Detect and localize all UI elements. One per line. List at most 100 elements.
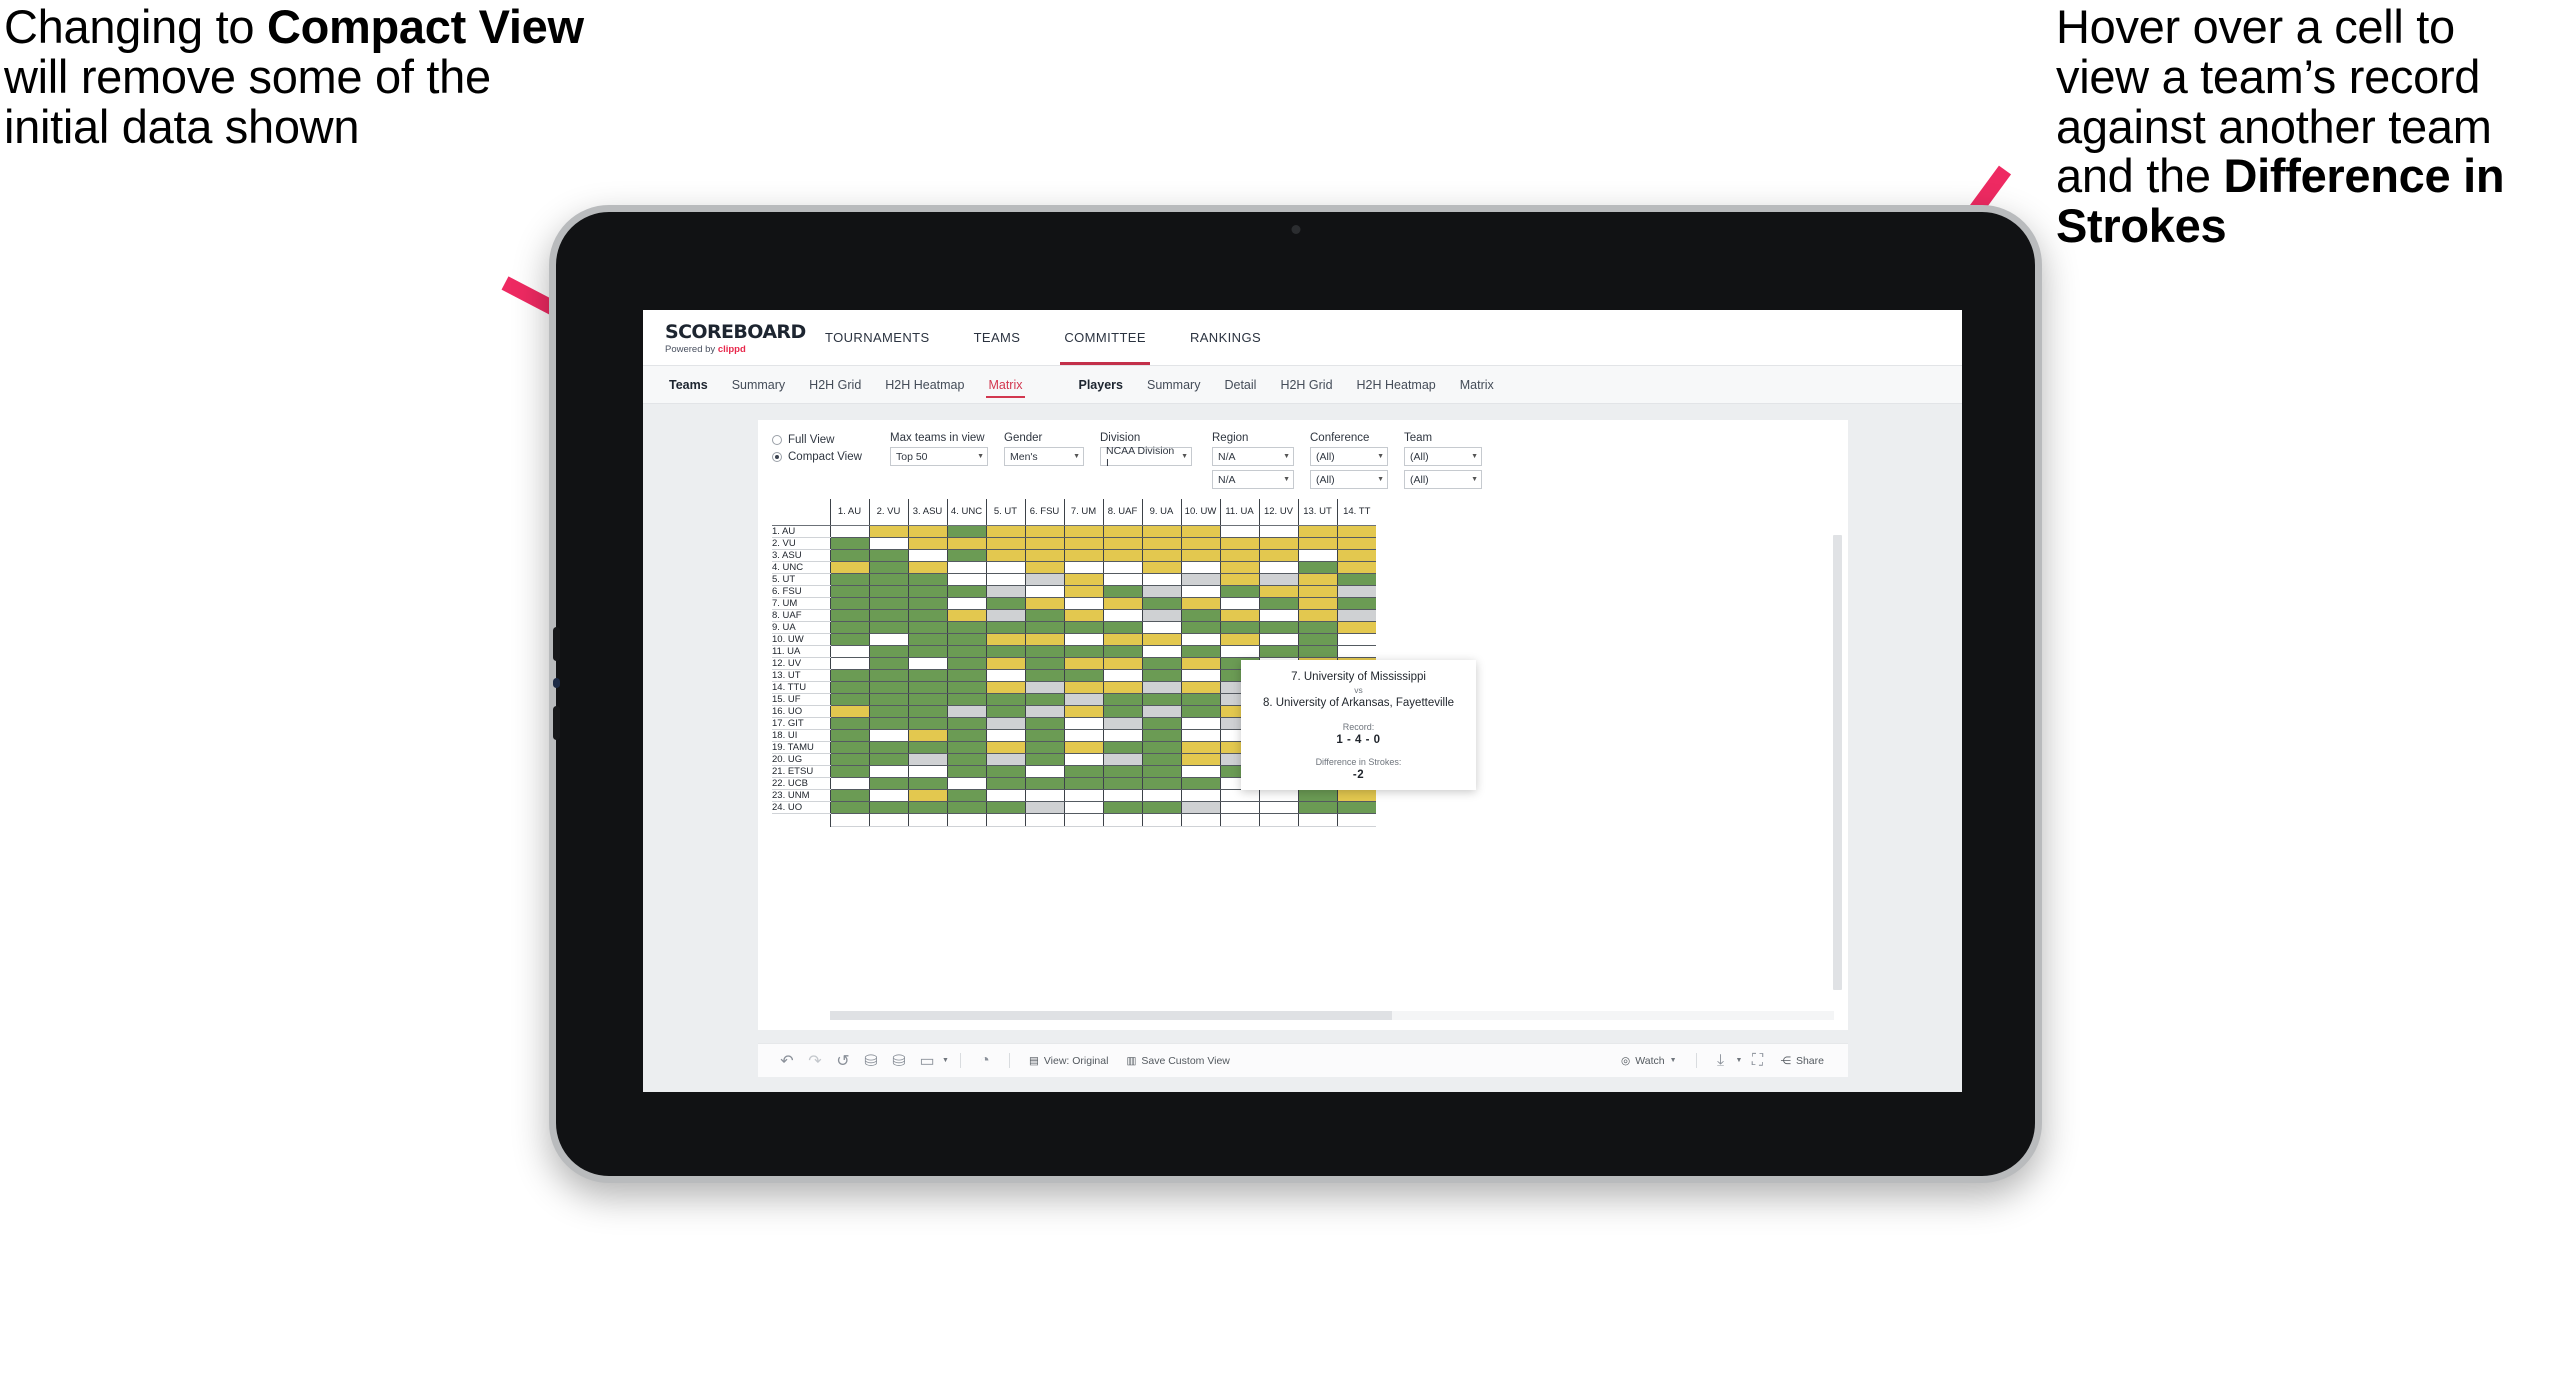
matrix-cell[interactable] <box>1336 789 1376 802</box>
matrix-cell[interactable] <box>868 789 908 802</box>
matrix-cell[interactable] <box>1102 561 1142 574</box>
matrix-cell[interactable] <box>985 525 1025 538</box>
subnav-teams-h2h-grid[interactable]: H2H Grid <box>797 366 873 404</box>
matrix-cell[interactable] <box>829 705 869 718</box>
matrix-cell[interactable] <box>1063 585 1103 598</box>
matrix-cell[interactable] <box>1102 657 1142 670</box>
matrix-cell[interactable] <box>1180 741 1220 754</box>
matrix-cell[interactable] <box>1024 777 1064 790</box>
matrix-cell[interactable] <box>946 609 986 622</box>
matrix-cell[interactable] <box>1336 609 1376 622</box>
matrix-cell[interactable] <box>1141 585 1181 598</box>
matrix-cell[interactable] <box>985 549 1025 562</box>
matrix-cell[interactable] <box>1063 765 1103 778</box>
matrix-cell[interactable] <box>985 537 1025 550</box>
refresh-data-icon[interactable]: ⛁ <box>858 1048 884 1074</box>
matrix-cell[interactable] <box>1141 765 1181 778</box>
matrix-cell[interactable] <box>829 609 869 622</box>
matrix-cell[interactable] <box>985 765 1025 778</box>
matrix-cell[interactable] <box>1063 633 1103 646</box>
matrix-cell[interactable] <box>1063 657 1103 670</box>
matrix-cell[interactable] <box>1180 717 1220 730</box>
matrix-cell[interactable] <box>868 801 908 814</box>
matrix-cell[interactable] <box>1024 537 1064 550</box>
matrix-cell[interactable] <box>907 573 947 586</box>
matrix-cell[interactable] <box>946 561 986 574</box>
matrix-cell[interactable] <box>1063 777 1103 790</box>
matrix-cell[interactable] <box>1063 669 1103 682</box>
matrix-cell[interactable] <box>1102 537 1142 550</box>
matrix-cell[interactable] <box>907 621 947 634</box>
matrix-cell[interactable] <box>946 801 986 814</box>
matrix-row[interactable]: 6. FSU <box>772 585 1376 598</box>
matrix-cell[interactable] <box>1141 573 1181 586</box>
matrix-cell[interactable] <box>985 777 1025 790</box>
matrix-cell[interactable] <box>1180 621 1220 634</box>
matrix-cell[interactable] <box>985 693 1025 706</box>
matrix-cell[interactable] <box>985 729 1025 742</box>
matrix-cell[interactable] <box>1180 561 1220 574</box>
matrix-cell[interactable] <box>985 789 1025 802</box>
matrix-cell[interactable] <box>1180 585 1220 598</box>
matrix-cell[interactable] <box>907 585 947 598</box>
matrix-cell[interactable] <box>907 645 947 658</box>
matrix-cell[interactable] <box>1180 609 1220 622</box>
matrix-cell[interactable] <box>1141 789 1181 802</box>
matrix-cell[interactable] <box>868 717 908 730</box>
matrix-cell[interactable] <box>829 597 869 610</box>
filter-max-teams-select[interactable]: Top 50 ▼ <box>890 447 988 466</box>
matrix-cell[interactable] <box>985 801 1025 814</box>
matrix-row[interactable]: 5. UT <box>772 573 1376 586</box>
matrix-cell[interactable] <box>868 597 908 610</box>
matrix-cell[interactable] <box>1102 765 1142 778</box>
matrix-cell[interactable] <box>1024 765 1064 778</box>
matrix-cell[interactable] <box>1063 789 1103 802</box>
matrix-cell[interactable] <box>1141 693 1181 706</box>
matrix-cell[interactable] <box>946 537 986 550</box>
matrix-cell[interactable] <box>1141 657 1181 670</box>
subnav-players-h2h-heatmap[interactable]: H2H Heatmap <box>1345 366 1448 404</box>
matrix-cell[interactable] <box>1180 729 1220 742</box>
matrix-cell[interactable] <box>1180 597 1220 610</box>
matrix-cell[interactable] <box>1219 801 1259 814</box>
matrix-cell[interactable] <box>1297 525 1337 538</box>
matrix-cell[interactable] <box>1063 537 1103 550</box>
matrix-cell[interactable] <box>1063 729 1103 742</box>
subnav-teams-h2h-heatmap[interactable]: H2H Heatmap <box>873 366 976 404</box>
matrix-cell[interactable] <box>985 621 1025 634</box>
matrix-cell[interactable] <box>946 573 986 586</box>
matrix-cell[interactable] <box>829 549 869 562</box>
topnav-tournaments[interactable]: TOURNAMENTS <box>803 310 952 365</box>
matrix-cell[interactable] <box>1024 717 1064 730</box>
matrix-cell[interactable] <box>1024 645 1064 658</box>
matrix-cell[interactable] <box>946 621 986 634</box>
matrix-cell[interactable] <box>1258 561 1298 574</box>
matrix-cell[interactable] <box>985 741 1025 754</box>
matrix-cell[interactable] <box>868 753 908 766</box>
matrix-cell[interactable] <box>946 765 986 778</box>
matrix-cell[interactable] <box>1219 573 1259 586</box>
matrix-cell[interactable] <box>1024 525 1064 538</box>
topnav-rankings[interactable]: RANKINGS <box>1168 310 1283 365</box>
matrix-cell[interactable] <box>1102 681 1142 694</box>
matrix-cell[interactable] <box>1297 537 1337 550</box>
matrix-cell[interactable] <box>985 561 1025 574</box>
matrix-cell[interactable] <box>1141 753 1181 766</box>
matrix-cell[interactable] <box>946 777 986 790</box>
matrix-cell[interactable] <box>946 525 986 538</box>
matrix-row[interactable]: 11. UA <box>772 645 1376 658</box>
matrix-cell[interactable] <box>1297 549 1337 562</box>
undo-icon[interactable]: ↶ <box>774 1048 800 1074</box>
matrix-cell[interactable] <box>1141 669 1181 682</box>
matrix-cell[interactable] <box>1024 741 1064 754</box>
matrix-cell[interactable] <box>1141 717 1181 730</box>
matrix-cell[interactable] <box>1219 609 1259 622</box>
matrix-cell[interactable] <box>1102 585 1142 598</box>
matrix-cell[interactable] <box>1063 525 1103 538</box>
matrix-cell[interactable] <box>985 633 1025 646</box>
matrix-cell[interactable] <box>829 621 869 634</box>
matrix-cell[interactable] <box>829 525 869 538</box>
matrix-cell[interactable] <box>1102 729 1142 742</box>
matrix-cell[interactable] <box>907 681 947 694</box>
matrix-cell[interactable] <box>1180 645 1220 658</box>
